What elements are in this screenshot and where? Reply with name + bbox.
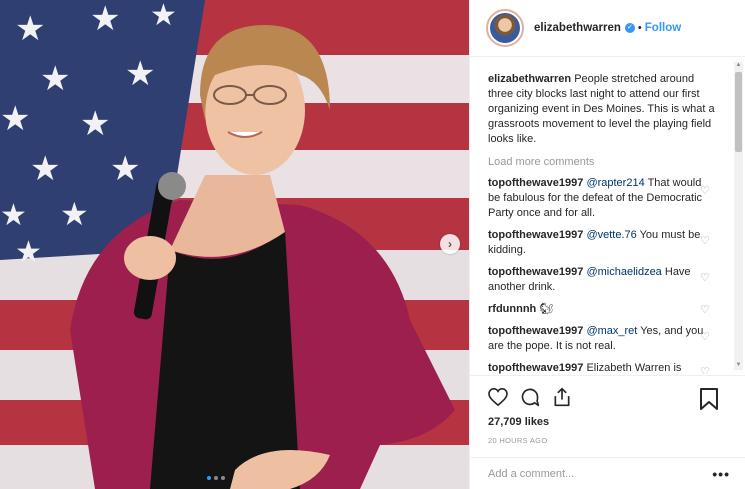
carousel-dot bbox=[207, 476, 211, 480]
svg-text:★: ★ bbox=[80, 104, 110, 144]
follow-button[interactable]: Follow bbox=[645, 22, 681, 34]
add-comment-input[interactable] bbox=[488, 467, 688, 480]
comment-item: topofthewave1997 @max_ret Yes, and you a… bbox=[488, 324, 710, 354]
likes-count[interactable]: 27,709 likes bbox=[488, 416, 730, 428]
more-options-icon[interactable]: ••• bbox=[712, 466, 730, 482]
avatar[interactable] bbox=[486, 9, 524, 47]
post-timestamp[interactable]: 20 HOURS AGO bbox=[488, 436, 730, 445]
svg-text:★: ★ bbox=[0, 99, 30, 139]
header-username[interactable]: elizabethwarren bbox=[534, 22, 621, 34]
svg-text:★: ★ bbox=[125, 54, 155, 94]
scroll-up-arrow-icon[interactable]: ▲ bbox=[734, 62, 743, 70]
carousel-dot bbox=[214, 476, 218, 480]
comment-item: topofthewave1997 @rapter214 That would b… bbox=[488, 176, 710, 221]
svg-text:★: ★ bbox=[90, 0, 120, 39]
like-comment-heart-icon[interactable]: ♡ bbox=[700, 330, 710, 343]
header-separator: • bbox=[637, 22, 642, 34]
photo-illustration: ★ ★ ★ ★ ★ ★ ★ ★ ★ ★ ★ ★ bbox=[0, 0, 469, 489]
scroll-down-arrow-icon[interactable]: ▼ bbox=[734, 362, 743, 370]
post-header: elizabethwarren ✓ • Follow bbox=[470, 0, 745, 57]
svg-text:★: ★ bbox=[15, 9, 45, 49]
next-photo-button[interactable]: › bbox=[440, 234, 460, 254]
svg-text:★: ★ bbox=[0, 198, 27, 233]
svg-text:★: ★ bbox=[150, 0, 177, 33]
instagram-post: ★ ★ ★ ★ ★ ★ ★ ★ ★ ★ ★ ★ › elizabethwarre… bbox=[0, 0, 745, 489]
post-caption: elizabethwarren People stretched around … bbox=[488, 72, 720, 147]
comment-mention[interactable]: @rapter214 bbox=[586, 177, 644, 189]
comments-list[interactable]: elizabethwarren People stretched around … bbox=[470, 58, 732, 374]
svg-text:★: ★ bbox=[15, 235, 42, 270]
comment-item: topofthewave1997 @vette.76 You must be k… bbox=[488, 228, 710, 258]
carousel-indicator bbox=[207, 476, 225, 480]
like-comment-heart-icon[interactable]: ♡ bbox=[700, 303, 710, 316]
like-comment-heart-icon[interactable]: ♡ bbox=[700, 271, 710, 284]
comment-username[interactable]: topofthewave1997 bbox=[488, 177, 583, 189]
comment-item: rfdunnnh 🐿 ♡ bbox=[488, 302, 710, 317]
bookmark-icon[interactable] bbox=[700, 388, 718, 410]
share-icon[interactable] bbox=[552, 387, 572, 407]
avatar-image bbox=[490, 13, 520, 43]
add-comment-bar: ••• bbox=[470, 457, 745, 489]
comment-username[interactable]: topofthewave1997 bbox=[488, 229, 583, 241]
load-more-comments-button[interactable]: Load more comments bbox=[488, 156, 732, 168]
svg-text:★: ★ bbox=[30, 149, 60, 189]
post-side-panel: elizabethwarren ✓ • Follow elizabethwarr… bbox=[469, 0, 745, 489]
like-comment-heart-icon[interactable]: ♡ bbox=[700, 365, 710, 374]
comment-username[interactable]: topofthewave1997 bbox=[488, 266, 583, 278]
verified-badge-icon: ✓ bbox=[624, 23, 635, 33]
comment-mention[interactable]: @vette.76 bbox=[586, 229, 636, 241]
comment-username[interactable]: rfdunnnh bbox=[488, 303, 536, 315]
scroll-thumb[interactable] bbox=[735, 72, 742, 152]
comment-mention[interactable]: @max_ret bbox=[586, 325, 637, 337]
comment-mention[interactable]: @michaelidzea bbox=[586, 266, 661, 278]
post-actions: 27,709 likes 20 HOURS AGO bbox=[470, 375, 745, 457]
post-photo[interactable]: ★ ★ ★ ★ ★ ★ ★ ★ ★ ★ ★ ★ › bbox=[0, 0, 469, 489]
like-comment-heart-icon[interactable]: ♡ bbox=[700, 234, 710, 247]
svg-text:★: ★ bbox=[110, 149, 140, 189]
svg-text:★: ★ bbox=[40, 59, 70, 99]
comment-username[interactable]: topofthewave1997 bbox=[488, 362, 583, 374]
comments-scrollbar[interactable]: ▲ ▼ bbox=[734, 62, 743, 370]
comment-item: topofthewave1997 Elizabeth Warren is mad… bbox=[488, 361, 710, 374]
svg-text:★: ★ bbox=[60, 195, 89, 233]
caption-username[interactable]: elizabethwarren bbox=[488, 73, 571, 85]
comment-item: topofthewave1997 @michaelidzea Have anot… bbox=[488, 265, 710, 295]
chevron-right-icon: › bbox=[448, 237, 452, 251]
comment-username[interactable]: topofthewave1997 bbox=[488, 325, 583, 337]
squirrel-emoji-icon: 🐿 bbox=[539, 303, 554, 315]
comment-bubble-icon[interactable] bbox=[520, 387, 540, 407]
like-comment-heart-icon[interactable]: ♡ bbox=[700, 184, 710, 197]
like-heart-icon[interactable] bbox=[488, 388, 508, 406]
carousel-dot bbox=[221, 476, 225, 480]
action-icons bbox=[488, 384, 730, 410]
